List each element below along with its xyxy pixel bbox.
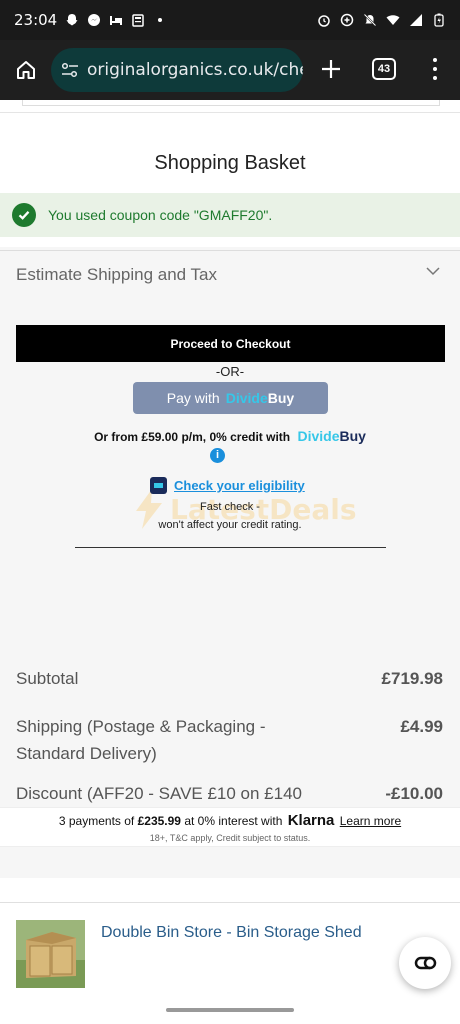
product-name-link[interactable]: Double Bin Store - Bin Storage Shed — [101, 924, 362, 942]
finance-text: Or from £59.00 p/m, 0% credit with — [94, 430, 291, 444]
news-icon — [131, 13, 145, 27]
proceed-to-checkout-button[interactable]: Proceed to Checkout — [16, 325, 445, 362]
overflow-menu-icon[interactable] — [430, 54, 440, 84]
pay-with-label: Pay with — [166, 390, 220, 406]
new-tab-button[interactable] — [316, 54, 346, 84]
estimate-shipping-toggle[interactable]: Estimate Shipping and Tax — [16, 265, 217, 285]
dividebuy-logo: DivideBuy — [297, 428, 366, 444]
klarna-disclaimer: 18+, T&C apply, Credit subject to status… — [149, 833, 311, 843]
coupon-text: You used coupon code "GMAFF20". — [48, 207, 273, 223]
header-box — [22, 100, 440, 106]
alarm-icon — [317, 13, 331, 27]
check-eligibility-link[interactable]: Check your eligibility — [174, 478, 305, 493]
page-title: Shopping Basket — [154, 152, 306, 174]
product-thumbnail[interactable] — [16, 920, 85, 988]
info-icon[interactable]: i — [210, 448, 225, 463]
coupon-message: You used coupon code "GMAFF20". — [0, 193, 460, 237]
snapchat-icon — [65, 13, 79, 27]
klarna-banner: 3 payments of £235.99 at 0% interest wit… — [0, 807, 460, 847]
shipping-value: £4.99 — [400, 717, 443, 736]
address-bar[interactable]: originalorganics.co.uk/chec — [51, 48, 303, 92]
home-button[interactable] — [0, 59, 52, 81]
bed-icon — [109, 13, 123, 27]
dividebuy-badge-icon — [150, 477, 167, 494]
pay-with-dividebuy-button[interactable]: Pay with DivideBuy — [133, 382, 328, 414]
data-saver-icon — [340, 13, 354, 27]
klarna-offer: 3 payments of £235.99 at 0% interest wit… — [58, 812, 402, 829]
divider — [0, 112, 460, 113]
divider — [75, 547, 386, 548]
chat-icon — [414, 956, 437, 970]
status-bar: 23:04 — [0, 0, 460, 40]
spacer — [0, 848, 460, 878]
credit-rating-text: won't affect your credit rating. — [158, 519, 302, 531]
subtotal-value: £719.98 — [381, 669, 443, 688]
site-settings-icon[interactable] — [61, 62, 79, 78]
browser-toolbar: originalorganics.co.uk/chec 43 — [0, 40, 460, 100]
chevron-down-icon[interactable] — [426, 263, 440, 281]
battery-icon — [432, 13, 446, 27]
fast-check-text: Fast check - — [200, 501, 260, 513]
klarna-logo: Klarna — [287, 812, 335, 829]
mute-icon — [363, 13, 377, 27]
url-text: originalorganics.co.uk/chec — [87, 60, 303, 80]
system-icons — [317, 13, 446, 27]
dot-icon — [153, 13, 167, 27]
wifi-icon — [386, 13, 400, 27]
gesture-nav-bar[interactable] — [166, 1008, 294, 1012]
dividebuy-logo: DivideBuy — [225, 390, 295, 406]
shipping-label: Shipping (Postage & Packaging - Standard… — [16, 717, 266, 763]
home-icon — [17, 61, 35, 79]
signal-icon — [409, 13, 423, 27]
discount-value: -£10.00 — [385, 784, 443, 803]
divider — [0, 250, 460, 251]
plus-icon — [322, 60, 340, 78]
divider — [0, 902, 460, 903]
tab-switcher-button[interactable]: 43 — [372, 58, 396, 80]
check-circle-icon — [12, 203, 36, 227]
chat-button[interactable] — [399, 937, 451, 989]
checkout-page: Shopping Basket You used coupon code "GM… — [0, 100, 460, 1024]
klarna-learn-more-link[interactable]: Learn more — [340, 814, 401, 828]
status-time: 23:04 — [14, 11, 58, 29]
eligibility-check: Check your eligibility — [150, 477, 305, 494]
order-summary: Estimate Shipping and Tax Proceed to Che… — [0, 247, 460, 881]
or-separator: -OR- — [215, 364, 245, 379]
messenger-icon — [87, 13, 101, 27]
subtotal-label: Subtotal — [16, 669, 79, 688]
notification-icons — [65, 13, 167, 27]
finance-offer: Or from £59.00 p/m, 0% credit with Divid… — [0, 428, 460, 444]
